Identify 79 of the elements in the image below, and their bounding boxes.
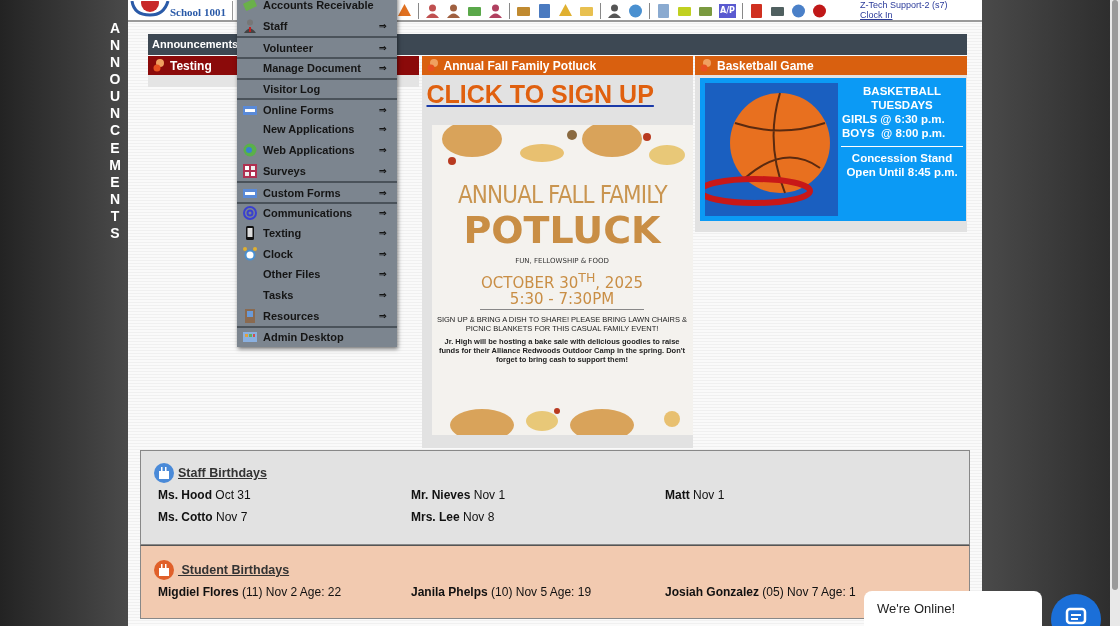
submenu-arrow: ⇒ [379, 187, 388, 198]
birthday-entry: Matt Nov 1 [665, 488, 726, 502]
flyer-date: OCTOBER 30$^{TH}$, 2025 [480, 270, 644, 291]
birthday-entry: Josiah Gonzalez (05) Nov 7 Age: 1 [665, 585, 857, 599]
menu-item[interactable]: Volunteer ⇒ [237, 36, 397, 58]
menu-item[interactable]: Resources ⇒ [237, 305, 397, 326]
school-name: School 1001 [170, 6, 226, 18]
submenu-arrow: ⇒ [379, 310, 388, 321]
menu-item[interactable]: Texting ⇒ [237, 222, 397, 244]
submenu-arrow: ⇒ [379, 165, 388, 176]
scrollbar[interactable] [1110, 0, 1120, 626]
menu-item[interactable]: Communications ⇒ [237, 201, 397, 223]
desktop-icon [243, 330, 257, 345]
menu-item[interactable]: Visitor Log [237, 77, 397, 99]
birthday-entry: Ms. Hood Oct 31 [158, 488, 252, 502]
menu-item[interactable]: Staff ⇒ [237, 15, 397, 37]
concession-line: Open Until 8:45 p.m. [845, 165, 959, 179]
poster-heading: BASKETBALL TUESDAYS [862, 84, 942, 112]
menu-item[interactable]: Other Files ⇒ [237, 263, 397, 285]
birthday-entry: Mrs. Lee Nov 8 [411, 510, 496, 524]
grid-icon [243, 163, 257, 178]
pin-icon [153, 59, 165, 72]
user-name: Z-Tech Support-2 (s7) [860, 0, 949, 10]
chat-icon [1065, 607, 1087, 626]
person-add-icon[interactable] [425, 3, 440, 18]
menu-item[interactable]: Admin Desktop [237, 326, 397, 347]
flyer-time: 5:30 - 7:30PM [479, 291, 645, 310]
sign-up-link[interactable]: CLICK TO SIGN UP [426, 79, 693, 109]
pin-icon [426, 59, 439, 72]
chat-popup[interactable]: We're Online! [864, 591, 1042, 626]
birthday-entry: Migdiel Flores (11) Nov 2 Age: 22 [158, 585, 343, 599]
concession-line: Concession Stand [850, 151, 954, 165]
submenu-arrow: ⇒ [379, 145, 388, 156]
flyer-title: POTLUCK [463, 209, 661, 251]
menu-item[interactable]: Online Forms ⇒ [237, 98, 397, 120]
globe-icon [243, 143, 257, 158]
pin-icon [700, 59, 712, 72]
staff-birthdays-link[interactable]: Staff Birthdays [178, 466, 267, 480]
clock-in-link[interactable]: Clock In [860, 10, 982, 20]
schedule-line: GIRLS @ 6:30 p.m. [841, 112, 946, 126]
menu-item[interactable]: Custom Forms ⇒ [237, 181, 397, 202]
submenu-arrow: ⇒ [379, 208, 388, 219]
cake-icon [154, 560, 174, 580]
submenu-arrow: ⇒ [379, 104, 388, 115]
menu-item[interactable]: Clock ⇒ [237, 243, 397, 264]
announcement-title[interactable]: Basketball Game [695, 56, 967, 75]
vertical-section-label: ANNOUNCEMENTS [108, 20, 122, 242]
birthday-entry: Mr. Nieves Nov 1 [411, 488, 507, 502]
birthday-entry: Ms. Cotto Nov 7 [158, 510, 249, 524]
menu-item[interactable]: Accounts Receivable [237, 0, 397, 16]
submenu-arrow: ⇒ [379, 269, 388, 280]
chat-message: We're Online! [877, 601, 956, 616]
student-birthdays-link[interactable]: Student Birthdays [178, 563, 290, 577]
menu-item[interactable]: Manage Document ⇒ [237, 57, 397, 78]
accounts-payable-icon[interactable]: A/P [719, 3, 736, 18]
submenu-arrow: ⇒ [379, 227, 388, 238]
menu-item[interactable]: Surveys ⇒ [237, 160, 397, 182]
person-icon[interactable] [607, 3, 622, 18]
announcement-title[interactable]: Annual Fall Family Potluck [421, 56, 693, 75]
submenu-arrow: ⇒ [379, 42, 388, 53]
submenu-arrow: ⇒ [379, 63, 388, 74]
submenu-arrow: ⇒ [379, 248, 388, 259]
alarm-clock-icon [243, 246, 257, 261]
birthday-entry: Janila Phelps (10) Nov 5 Age: 19 [411, 585, 593, 599]
scrollbar-thumb[interactable] [1112, 0, 1118, 590]
menu-item[interactable]: Tasks ⇒ [237, 284, 397, 306]
menu-item[interactable]: Web Applications ⇒ [237, 139, 397, 161]
schedule-line: BOYS @ 8:00 p.m. [841, 126, 947, 140]
flyer-heading: ANNUAL FALL FAMILY [457, 181, 667, 209]
phone-icon [243, 225, 257, 240]
cake-icon [154, 463, 174, 483]
submenu-arrow: ⇒ [379, 124, 388, 135]
menu-item[interactable]: New Applications ⇒ [237, 119, 397, 140]
money-icon [243, 0, 257, 13]
person-icon[interactable] [446, 3, 461, 18]
submenu-arrow: ⇒ [379, 21, 388, 32]
person-icon [243, 19, 257, 34]
submenu-arrow: ⇒ [379, 289, 388, 300]
logo-icon [130, 1, 170, 17]
